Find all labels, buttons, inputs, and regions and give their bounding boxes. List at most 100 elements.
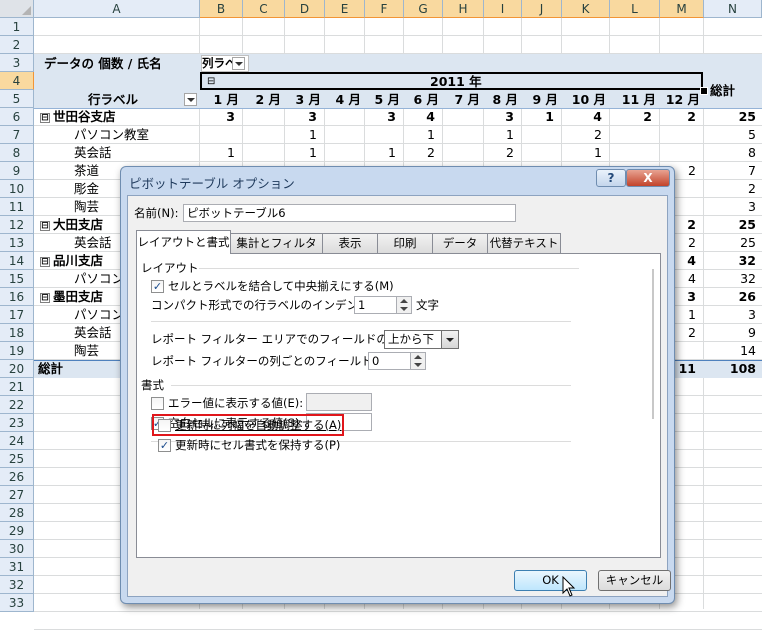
value-cell[interactable]: 4 <box>562 108 602 126</box>
column-header[interactable]: B <box>200 0 243 18</box>
column-header[interactable]: E <box>325 0 365 18</box>
row-header[interactable]: 24 <box>0 432 34 450</box>
row-header[interactable]: 17 <box>0 306 34 324</box>
row-header[interactable]: 2 <box>0 36 34 54</box>
row-header[interactable]: 9 <box>0 162 34 180</box>
value-cell[interactable]: 1 <box>285 126 317 144</box>
row-header[interactable]: 28 <box>0 504 34 522</box>
indent-spinner[interactable]: 1 <box>354 296 412 314</box>
column-header[interactable]: I <box>484 0 522 18</box>
row-header[interactable]: 25 <box>0 450 34 468</box>
value-cell[interactable]: 25 <box>704 108 756 126</box>
column-header[interactable]: F <box>365 0 404 18</box>
row-header[interactable]: 10 <box>0 180 34 198</box>
value-cell[interactable]: 1 <box>365 144 396 162</box>
row-filter-dropdown-icon[interactable] <box>184 93 197 106</box>
value-cell[interactable]: 14 <box>704 342 756 360</box>
value-cell[interactable]: 25 <box>704 234 756 252</box>
error-value-checkbox[interactable] <box>151 397 164 410</box>
row-header[interactable]: 8 <box>0 144 34 162</box>
value-cell[interactable]: 2 <box>610 108 652 126</box>
fill-handle[interactable] <box>700 87 708 95</box>
tab-printing[interactable]: 印刷 <box>377 233 433 253</box>
chevron-down-icon[interactable] <box>441 331 458 348</box>
column-header[interactable]: H <box>443 0 484 18</box>
column-header[interactable]: D <box>285 0 325 18</box>
value-cell[interactable]: 2 <box>562 126 602 144</box>
collapse-icon[interactable]: ⊟ <box>40 220 50 231</box>
value-cell[interactable]: 8 <box>704 144 756 162</box>
selected-cell-range[interactable] <box>200 72 703 90</box>
column-header[interactable]: A <box>34 0 200 18</box>
row-header[interactable]: 31 <box>0 558 34 576</box>
collapse-icon[interactable]: ⊟ <box>40 292 50 303</box>
row-header[interactable]: 26 <box>0 468 34 486</box>
value-cell[interactable]: 2 <box>704 180 756 198</box>
column-header[interactable]: C <box>243 0 285 18</box>
value-cell[interactable]: 4 <box>404 108 435 126</box>
value-cell[interactable]: 3 <box>365 108 396 126</box>
column-header[interactable]: L <box>610 0 660 18</box>
column-header[interactable]: M <box>660 0 704 18</box>
value-cell[interactable]: 3 <box>285 108 317 126</box>
close-button[interactable]: X <box>626 169 670 187</box>
tab-totals-filters[interactable]: 集計とフィルター <box>230 233 323 268</box>
report-filter-order-select[interactable]: 上から下 <box>384 330 459 349</box>
value-cell[interactable]: 108 <box>704 360 756 378</box>
value-cell[interactable]: 5 <box>704 126 756 144</box>
cancel-button[interactable]: キャンセル <box>598 570 671 591</box>
collapse-icon[interactable]: ⊟ <box>40 256 50 267</box>
row-header[interactable]: 23 <box>0 414 34 432</box>
value-cell[interactable]: 2 <box>404 144 435 162</box>
row-header[interactable]: 3 <box>0 54 34 72</box>
row-header[interactable]: 7 <box>0 126 34 144</box>
row-header[interactable]: 19 <box>0 342 34 360</box>
tab-display[interactable]: 表示 <box>322 233 378 253</box>
row-header[interactable]: 15 <box>0 270 34 288</box>
autofit-columns-checkbox[interactable] <box>158 419 171 432</box>
row-header[interactable]: 11 <box>0 198 34 216</box>
value-cell[interactable]: 1 <box>522 108 554 126</box>
row-header[interactable]: 14 <box>0 252 34 270</box>
preserve-format-checkbox[interactable]: ✓ <box>158 439 171 452</box>
help-button[interactable]: ? <box>596 169 626 187</box>
row-header[interactable]: 1 <box>0 18 34 36</box>
value-cell[interactable]: 1 <box>562 144 602 162</box>
row-header[interactable]: 20 <box>0 360 34 378</box>
value-cell[interactable]: 32 <box>704 252 756 270</box>
row-header[interactable]: 30 <box>0 540 34 558</box>
row-header[interactable]: 32 <box>0 576 34 594</box>
value-cell[interactable]: 1 <box>404 126 435 144</box>
row-header[interactable]: 29 <box>0 522 34 540</box>
value-cell[interactable]: 1 <box>484 126 514 144</box>
value-cell[interactable]: 3 <box>484 108 514 126</box>
tab-layout-format[interactable]: レイアウトと書式 <box>136 230 231 254</box>
scrollbar[interactable] <box>647 269 659 419</box>
select-all-corner[interactable] <box>0 0 34 18</box>
row-header[interactable]: 27 <box>0 486 34 504</box>
value-cell[interactable]: 3 <box>200 108 235 126</box>
title-bar[interactable]: ピボットテーブル オプション ? X <box>121 167 674 195</box>
value-cell[interactable]: 2 <box>660 108 696 126</box>
value-cell[interactable]: 1 <box>200 144 235 162</box>
fields-per-column-spinner[interactable]: 0 <box>368 352 426 370</box>
spinner-arrows-icon[interactable] <box>410 353 425 369</box>
row-header[interactable]: 4 <box>0 72 34 90</box>
column-header[interactable]: G <box>404 0 443 18</box>
merge-center-checkbox[interactable]: ✓ <box>151 280 164 293</box>
row-header[interactable]: 22 <box>0 396 34 414</box>
value-cell[interactable]: 3 <box>704 198 756 216</box>
ok-button[interactable]: OK <box>514 570 587 591</box>
value-cell[interactable]: 2 <box>484 144 514 162</box>
value-cell[interactable]: 1 <box>285 144 317 162</box>
value-cell[interactable]: 3 <box>704 306 756 324</box>
name-field[interactable]: ピボットテーブル6 <box>183 204 516 222</box>
spinner-arrows-icon[interactable] <box>396 297 411 313</box>
value-cell[interactable]: 25 <box>704 216 756 234</box>
row-header[interactable]: 5 <box>0 90 34 108</box>
value-cell[interactable]: 32 <box>704 270 756 288</box>
value-cell[interactable]: 7 <box>704 162 756 180</box>
row-header[interactable]: 12 <box>0 216 34 234</box>
row-header[interactable]: 33 <box>0 594 34 612</box>
tab-data[interactable]: データ <box>432 233 488 253</box>
